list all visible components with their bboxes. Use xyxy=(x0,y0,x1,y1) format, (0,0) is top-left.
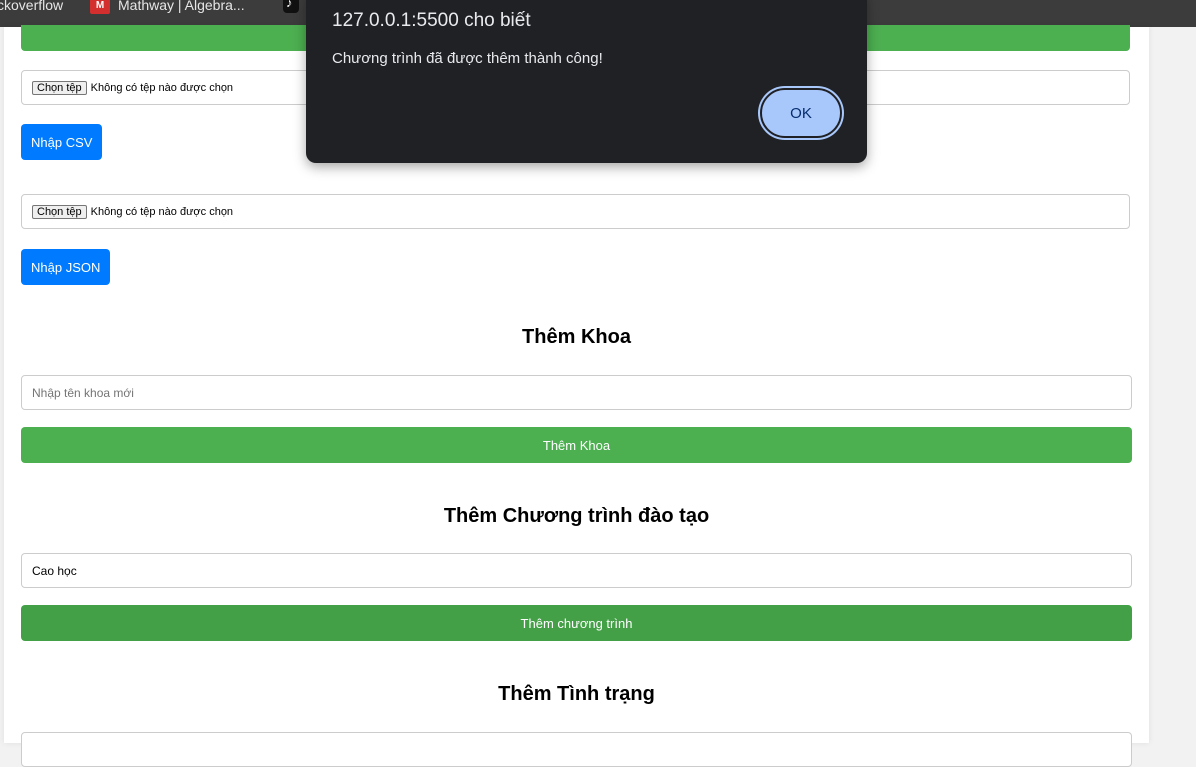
file-status: Không có tệp nào được chọn xyxy=(90,81,234,94)
import-csv-button[interactable]: Nhập CSV xyxy=(21,124,103,160)
add-department-title: Thêm Khoa xyxy=(522,326,631,348)
program-name-input[interactable] xyxy=(21,553,1132,588)
bookmark-label: ckoverflow xyxy=(0,0,64,13)
alert-title: 127.0.0.1:5500 cho biết xyxy=(332,10,531,31)
add-status-title: Thêm Tình trạng xyxy=(498,683,655,705)
choose-file-button[interactable]: Chọn tệp xyxy=(32,80,87,95)
bookmark-label: Mathway | Algebra... xyxy=(118,0,245,13)
json-file-input[interactable]: Chọn tệp Không có tệp nào được chọn xyxy=(21,194,1130,229)
add-program-button[interactable]: Thêm chương trình xyxy=(21,605,1132,641)
add-program-title: Thêm Chương trình đào tạo xyxy=(443,505,710,527)
mathway-icon: M xyxy=(90,0,110,14)
status-name-input[interactable] xyxy=(21,732,1132,767)
file-status: Không có tệp nào được chọn xyxy=(90,205,234,218)
bookmark-mathway[interactable]: M Mathway | Algebra... xyxy=(90,0,245,15)
import-json-button[interactable]: Nhập JSON xyxy=(21,249,111,285)
alert-dialog: 127.0.0.1:5500 cho biết Chương trình đã … xyxy=(306,0,867,163)
bookmark-stackoverflow[interactable]: ckoverflow xyxy=(0,0,63,15)
bookmark-tiktok[interactable] xyxy=(283,0,299,15)
ok-button[interactable]: OK xyxy=(760,88,842,138)
alert-message: Chương trình đã được thêm thành công! xyxy=(332,50,603,67)
add-department-button[interactable]: Thêm Khoa xyxy=(21,427,1132,463)
department-name-input[interactable] xyxy=(21,375,1132,410)
tiktok-icon xyxy=(283,0,299,13)
choose-file-button[interactable]: Chọn tệp xyxy=(32,204,87,219)
